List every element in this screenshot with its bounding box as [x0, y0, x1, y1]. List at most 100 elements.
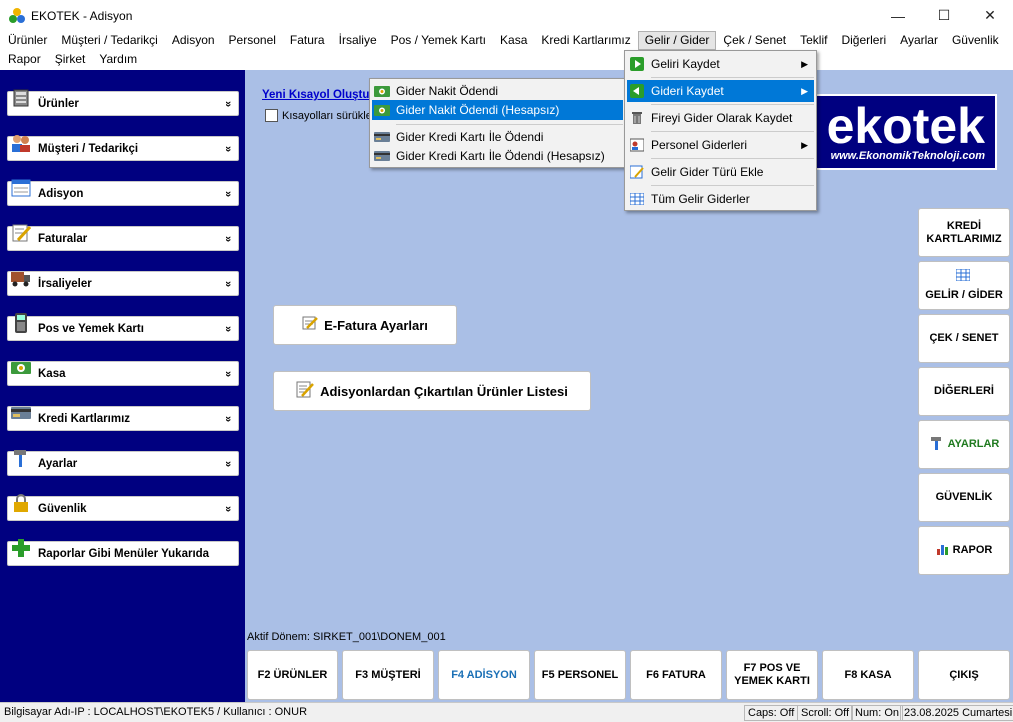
quick-button-kredi-kartlarimiz[interactable]: KREDİ KARTLARIMIZ: [918, 208, 1010, 257]
sidebar-item-label: Kredi Kartlarımız: [38, 412, 131, 425]
menu-separator: [651, 185, 814, 186]
fkey-f5-personel[interactable]: F5 PERSONEL: [534, 650, 626, 700]
new-shortcut-link[interactable]: Yeni Kısayol Oluştu: [262, 89, 369, 101]
menu-fatura[interactable]: Fatura: [283, 31, 332, 50]
menu-gelir-gider[interactable]: Gelir / Gider: [637, 31, 717, 50]
menu-musteri-tedarikci[interactable]: Müşteri / Tedarikçi: [54, 31, 164, 50]
sidebar-item-faturalar[interactable]: Faturalar »: [7, 224, 239, 251]
close-button[interactable]: ✕: [967, 0, 1013, 31]
menu-personel[interactable]: Personel: [222, 31, 283, 50]
fkey-f2-urunler[interactable]: F2 ÜRÜNLER: [247, 650, 338, 700]
drag-shortcuts-checkbox[interactable]: Kısayolları sürükle: [265, 109, 372, 122]
chevron-down-icon[interactable]: »: [222, 139, 234, 159]
menu-cek-senet[interactable]: Çek / Senet: [716, 31, 793, 50]
menu-item-expense-cash[interactable]: Gider Nakit Ödendi: [372, 81, 623, 101]
quick-button-cek-senet[interactable]: ÇEK / SENET: [918, 314, 1010, 363]
menu-rapor[interactable]: Rapor: [1, 50, 48, 69]
sidebar-item-label: Pos ve Yemek Kartı: [38, 322, 144, 335]
chevron-down-icon[interactable]: »: [222, 94, 234, 114]
efatura-settings-button[interactable]: E-Fatura Ayarları: [273, 305, 457, 345]
fkey-label: ÇIKIŞ: [949, 668, 979, 681]
sidebar-item-guvenlik[interactable]: Güvenlik »: [7, 493, 239, 521]
ekotek-logo: ekotek www.EkonomikTeknoloji.com: [813, 94, 997, 170]
menu-yardim[interactable]: Yardım: [92, 50, 144, 69]
quick-button-label: ÇEK / SENET: [929, 332, 999, 344]
fkey-label: F3 MÜŞTERİ: [355, 668, 421, 681]
sidebar-item-label: Kasa: [38, 367, 66, 380]
play-green-icon: [629, 57, 645, 71]
chevron-down-icon[interactable]: »: [222, 229, 234, 249]
sidebar-item-i-rsaliyeler[interactable]: İrsaliyeler »: [7, 271, 239, 296]
fkey-f7-pos-ve-yemek-karti[interactable]: F7 POS VE YEMEK KARTI: [726, 650, 818, 700]
fkey-f3-musteri[interactable]: F3 MÜŞTERİ: [342, 650, 434, 700]
menu-guvenlik[interactable]: Güvenlik: [945, 31, 1006, 50]
menu-item-expense-cash-no-account[interactable]: Gider Nakit Ödendi (Hesapsız): [372, 100, 623, 120]
sidebar-item-ayarlar[interactable]: Ayarlar »: [7, 449, 239, 476]
menu-item-all-income-expenses[interactable]: Tüm Gelir Giderler: [627, 188, 814, 210]
chevron-down-icon[interactable]: »: [222, 274, 234, 294]
adisyon-icon: [10, 177, 32, 199]
fkey-label: F6 FATURA: [646, 668, 706, 681]
document-pencil-icon: [296, 380, 315, 403]
chevron-down-icon[interactable]: »: [222, 454, 234, 474]
menu-digerleri[interactable]: Diğerleri: [834, 31, 893, 50]
fkey-label: F8 KASA: [844, 668, 892, 681]
menu-i-rsaliye[interactable]: İrsaliye: [332, 31, 384, 50]
chevron-down-icon[interactable]: »: [222, 364, 234, 384]
menu-separator: [651, 77, 814, 78]
fkey-label: F7 POS VE YEMEK KARTI: [734, 662, 810, 687]
sidebar-item-urunler[interactable]: Ürünler »: [7, 89, 239, 116]
minimize-button[interactable]: —: [875, 0, 921, 31]
adisyon-removed-products-button[interactable]: Adisyonlardan Çıkartılan Ürünler Listesi: [273, 371, 591, 411]
fkey-f8-kasa[interactable]: F8 KASA: [822, 650, 914, 700]
quick-button-geli-r-gi-der[interactable]: GELİR / GİDER: [918, 261, 1010, 310]
sidebar-item-raporlar-gibi-menuler-yukarida[interactable]: Raporlar Gibi Menüler Yukarıda: [7, 538, 239, 566]
fkey-label: F5 PERSONEL: [541, 668, 619, 681]
quick-button-ayarlar[interactable]: AYARLAR: [918, 420, 1010, 469]
menu-sirket[interactable]: Şirket: [48, 50, 93, 69]
menu-pos-yemek-karti[interactable]: Pos / Yemek Kartı: [384, 31, 493, 50]
menu-item-expense-credit-card-no-account[interactable]: Gider Kredi Kartı İle Ödendi (Hesapsız): [372, 146, 623, 166]
menu-urunler[interactable]: Ürünler: [1, 31, 54, 50]
menu-teklif[interactable]: Teklif: [793, 31, 834, 50]
fkey-f4-adi-syon[interactable]: F4 ADİSYON: [438, 650, 530, 700]
plus-icon: [10, 537, 32, 559]
menu-item-waste-as-expense[interactable]: Fireyi Gider Olarak Kaydet: [627, 107, 814, 129]
sidebar-item-kredi-kartlarimiz[interactable]: Kredi Kartlarımız »: [7, 406, 239, 431]
sidebar-item-musteri-tedarikci[interactable]: Müşteri / Tedarikçi »: [7, 134, 239, 161]
customers-icon: [10, 132, 32, 154]
chevron-down-icon[interactable]: »: [222, 319, 234, 339]
menu-separator: [651, 104, 814, 105]
sidebar-item-adisyon[interactable]: Adisyon »: [7, 179, 239, 206]
menu-item-personnel-expenses[interactable]: Personel Giderleri ▶: [627, 134, 814, 156]
table-icon: [629, 192, 645, 206]
pos-icon: [10, 312, 32, 334]
sidebar-item-label: Adisyon: [38, 187, 84, 200]
active-period: Aktif Dönem: SIRKET_001\DONEM_001: [247, 631, 446, 643]
scroll-status: Scroll: Off: [797, 705, 854, 721]
sidebar-item-pos-ve-yemek-karti[interactable]: Pos ve Yemek Kartı »: [7, 312, 239, 341]
quick-button-di-gerleri[interactable]: DİĞERLERİ: [918, 367, 1010, 416]
fkey-label: F4 ADİSYON: [451, 668, 517, 681]
menu-separator: [651, 158, 814, 159]
chevron-down-icon[interactable]: »: [222, 409, 234, 429]
menu-item-save-income[interactable]: Geliri Kaydet ▶: [627, 53, 814, 75]
menu-item-add-type[interactable]: Gelir Gider Türü Ekle: [627, 161, 814, 183]
menu-kasa[interactable]: Kasa: [493, 31, 534, 50]
chevron-down-icon[interactable]: »: [222, 499, 234, 519]
maximize-button[interactable]: ☐: [921, 0, 967, 31]
sidebar-item-kasa[interactable]: Kasa »: [7, 361, 239, 386]
menu-kredi-kartlarimiz[interactable]: Kredi Kartlarımız: [534, 31, 637, 50]
hammer-icon: [929, 435, 945, 455]
chevron-down-icon[interactable]: »: [222, 184, 234, 204]
checkbox-box[interactable]: [265, 109, 278, 122]
menu-adisyon[interactable]: Adisyon: [165, 31, 222, 50]
menu-item-save-expense[interactable]: Gideri Kaydet ▶: [627, 80, 814, 102]
quick-button-guvenli-k[interactable]: GÜVENLİK: [918, 473, 1010, 522]
fkey-f6-fatura[interactable]: F6 FATURA: [630, 650, 722, 700]
fkey-cikis[interactable]: ÇIKIŞ: [918, 650, 1010, 700]
menu-ayarlar[interactable]: Ayarlar: [893, 31, 945, 50]
menu-item-expense-credit-card[interactable]: Gider Kredi Kartı İle Ödendi: [372, 127, 623, 147]
num-status: Num: On: [851, 705, 904, 721]
quick-button-rapor[interactable]: RAPOR: [918, 526, 1010, 575]
